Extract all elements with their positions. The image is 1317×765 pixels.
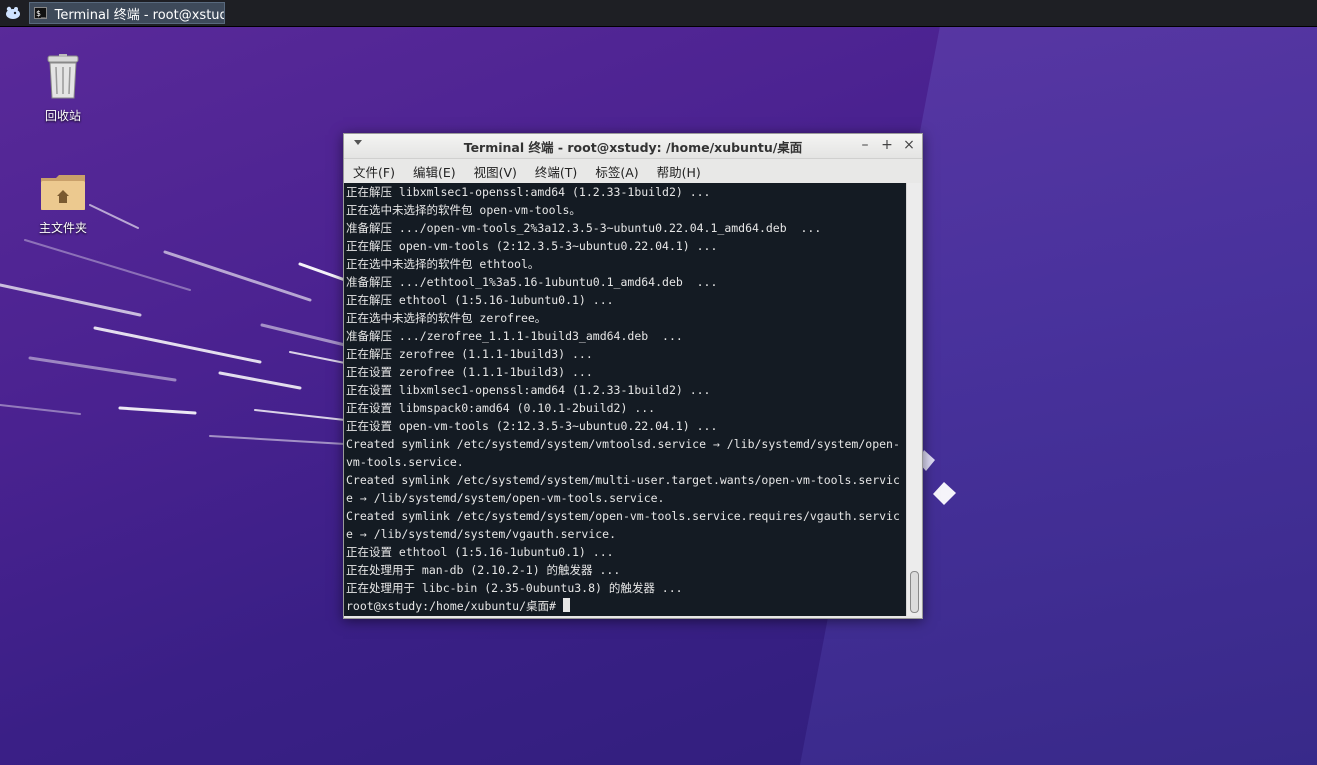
terminal-line: 准备解压 .../zerofree_1.1.1-1build3_amd64.de…: [346, 329, 683, 343]
menubar: 文件(F) 编辑(E) 视图(V) 终端(T) 标签(A) 帮助(H): [344, 159, 922, 183]
menu-tabs[interactable]: 标签(A): [586, 162, 647, 181]
terminal-icon: $_: [34, 7, 47, 19]
terminal-line: Created symlink /etc/systemd/system/mult…: [346, 473, 900, 487]
terminal-line: 正在选中未选择的软件包 open-vm-tools。: [346, 203, 581, 217]
terminal-line: 正在设置 zerofree (1.1.1-1build3) ...: [346, 365, 593, 379]
menu-view[interactable]: 视图(V): [465, 162, 526, 181]
terminal-line: e → /lib/systemd/system/vgauth.service.: [346, 527, 617, 541]
terminal-prompt-line: root@xstudy:/home/xubuntu/桌面#: [346, 597, 906, 615]
window-titlebar[interactable]: Terminal 终端 - root@xstudy: /home/xubuntu…: [344, 134, 922, 159]
terminal-line: 准备解压 .../ethtool_1%3a5.16-1ubuntu0.1_amd…: [346, 275, 718, 289]
terminal-line: vm-tools.service.: [346, 455, 464, 469]
terminal-line: 正在设置 libmspack0:amd64 (0.10.1-2build2) .…: [346, 401, 656, 415]
desktop-icon-label: 主文件夹: [38, 221, 87, 235]
close-button[interactable]: ×: [901, 137, 917, 153]
xfce-mouse-icon: [6, 6, 20, 19]
minimize-button[interactable]: –: [857, 137, 873, 153]
trash-icon: [47, 54, 79, 99]
taskbar-terminal-label: Terminal 终端 - root@xstudy...: [54, 7, 224, 23]
menu-edit[interactable]: 编辑(E): [404, 162, 465, 181]
terminal-prompt: root@xstudy:/home/xubuntu/桌面#: [346, 599, 563, 613]
top-panel: $_ Terminal 终端 - root@xstudy...: [0, 0, 1317, 27]
home-folder-icon: [41, 175, 85, 210]
terminal-line: 准备解压 .../open-vm-tools_2%3a12.3.5-3~ubun…: [346, 221, 822, 235]
terminal-line: 正在解压 ethtool (1:5.16-1ubuntu0.1) ...: [346, 293, 614, 307]
terminal-line: 正在解压 zerofree (1.1.1-1build3) ...: [346, 347, 593, 361]
terminal-window: Terminal 终端 - root@xstudy: /home/xubuntu…: [343, 133, 923, 619]
app-menu-button[interactable]: [2, 2, 24, 24]
desktop-icon-label: 回收站: [44, 109, 81, 123]
terminal-output[interactable]: 正在解压 libxmlsec1-openssl:amd64 (1.2.33-1b…: [344, 183, 906, 616]
scrollbar-thumb[interactable]: [910, 571, 919, 613]
terminal-line: 正在选中未选择的软件包 zerofree。: [346, 311, 547, 325]
menu-help[interactable]: 帮助(H): [648, 162, 710, 181]
window-title: Terminal 终端 - root@xstudy: /home/xubuntu…: [463, 139, 803, 155]
scrollbar[interactable]: [906, 183, 921, 616]
desktop-icon-trash[interactable]: 回收站: [28, 54, 98, 124]
terminal-cursor: [562, 598, 570, 612]
terminal-line: 正在处理用于 libc-bin (2.35-0ubuntu3.8) 的触发器 .…: [346, 581, 683, 595]
terminal-line: 正在处理用于 man-db (2.10.2-1) 的触发器 ...: [346, 563, 621, 577]
terminal-line: 正在解压 open-vm-tools (2:12.3.5-3~ubuntu0.2…: [346, 239, 718, 253]
desktop-icon-home[interactable]: 主文件夹: [28, 172, 98, 236]
terminal-line: 正在解压 libxmlsec1-openssl:amd64 (1.2.33-1b…: [346, 185, 711, 199]
terminal-line: 正在设置 libxmlsec1-openssl:amd64 (1.2.33-1b…: [346, 383, 711, 397]
terminal-line: e → /lib/systemd/system/open-vm-tools.se…: [346, 491, 665, 505]
maximize-button[interactable]: +: [879, 137, 895, 153]
taskbar-terminal-button[interactable]: $_ Terminal 终端 - root@xstudy...: [29, 2, 225, 24]
menu-file[interactable]: 文件(F): [344, 162, 404, 181]
terminal-line: 正在选中未选择的软件包 ethtool。: [346, 257, 540, 271]
terminal-line: Created symlink /etc/systemd/system/vmto…: [346, 437, 900, 451]
terminal-line: 正在设置 ethtool (1:5.16-1ubuntu0.1) ...: [346, 545, 614, 559]
terminal-line: Created symlink /etc/systemd/system/open…: [346, 509, 900, 523]
terminal-line: 正在设置 open-vm-tools (2:12.3.5-3~ubuntu0.2…: [346, 419, 718, 433]
menu-terminal[interactable]: 终端(T): [526, 162, 586, 181]
